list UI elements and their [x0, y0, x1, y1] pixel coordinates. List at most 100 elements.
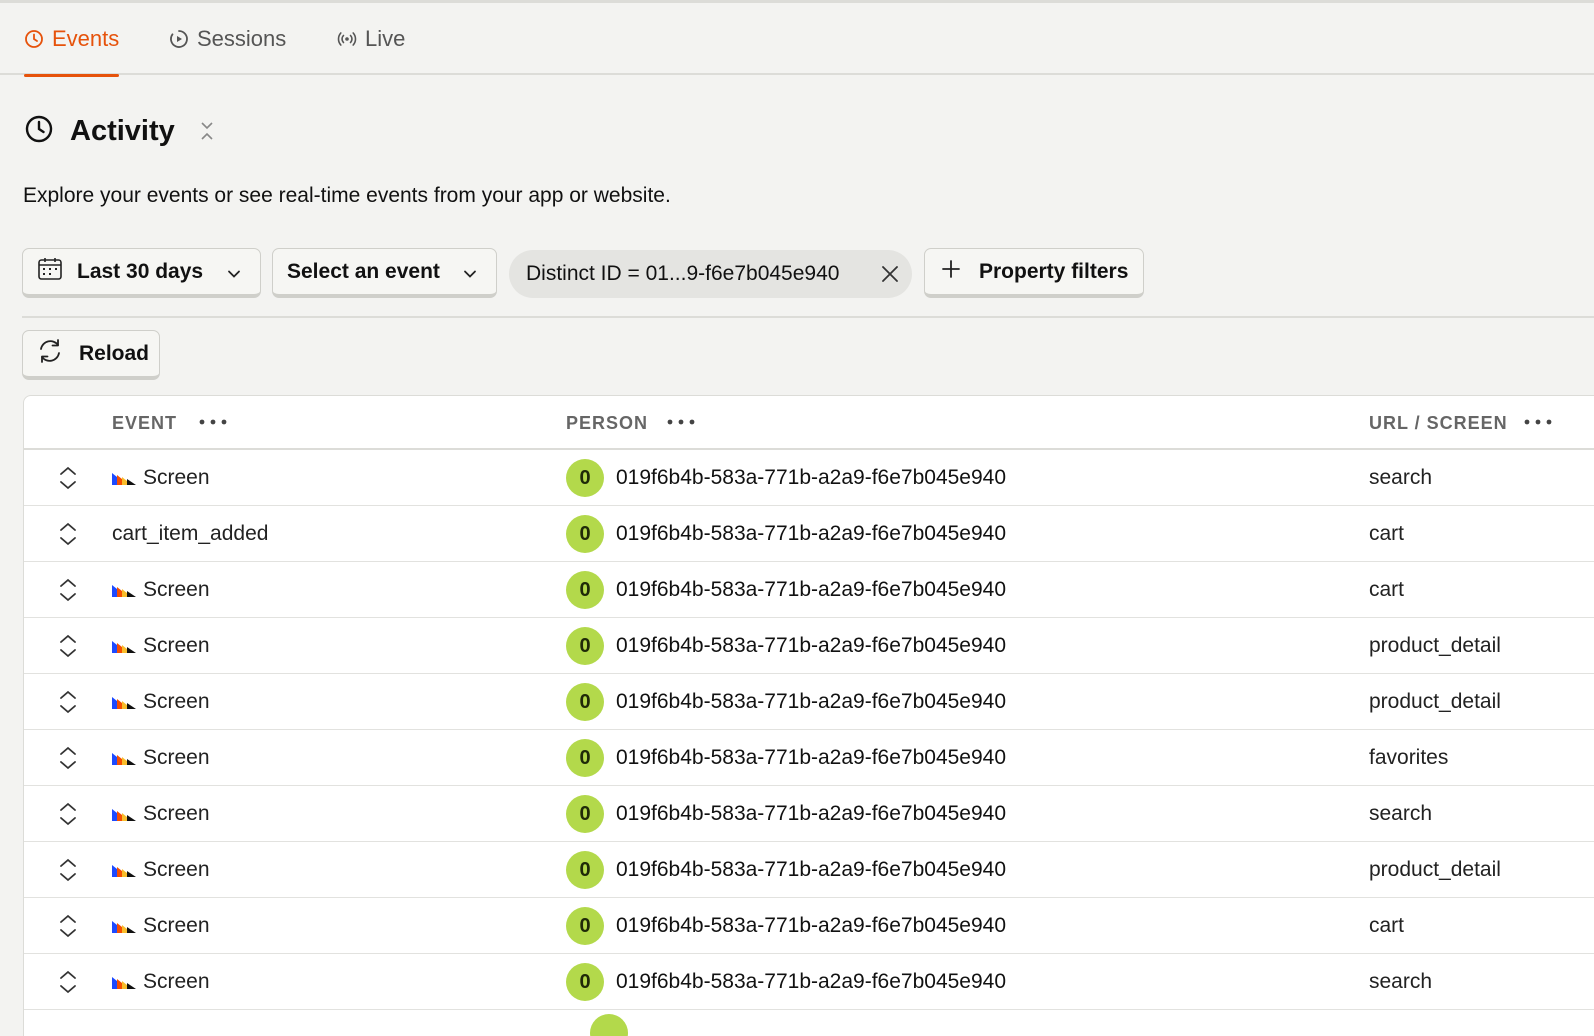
url-screen-cell: favorites [1369, 730, 1448, 786]
person-cell[interactable]: 0 019f6b4b-583a-771b-a2a9-f6e7b045e940 [566, 506, 1006, 562]
expand-row-icon[interactable] [56, 912, 80, 940]
event-cell[interactable]: Screen [112, 562, 210, 618]
person-cell[interactable]: 0 019f6b4b-583a-771b-a2a9-f6e7b045e940 [566, 674, 1006, 730]
event-select-button[interactable]: Select an event [272, 248, 497, 298]
avatar [590, 1014, 628, 1036]
expand-row-icon[interactable] [56, 856, 80, 884]
app-logo-icon [112, 583, 136, 597]
avatar: 0 [566, 515, 604, 553]
column-options-icon[interactable] [1523, 410, 1553, 434]
person-cell[interactable]: 0 019f6b4b-583a-771b-a2a9-f6e7b045e940 [566, 562, 1006, 618]
person-cell[interactable]: 0 019f6b4b-583a-771b-a2a9-f6e7b045e940 [566, 730, 1006, 786]
close-icon[interactable] [880, 264, 900, 284]
url-screen-value: product_detail [1369, 858, 1501, 881]
event-name: Screen [143, 858, 210, 881]
table-header: EVENT PERSON URL / SCREEN [24, 396, 1594, 450]
table-row[interactable]: cart_item_added 0 019f6b4b-583a-771b-a2a9-… [24, 506, 1594, 562]
event-cell[interactable]: Screen [112, 674, 210, 730]
date-range-button[interactable]: Last 30 days [22, 248, 261, 298]
url-screen-cell: product_detail [1369, 674, 1501, 730]
event-name: Screen [143, 970, 210, 993]
tab-bar: Events Sessions Live [0, 3, 1594, 77]
url-screen-value: search [1369, 466, 1433, 489]
event-cell[interactable]: Screen [112, 898, 210, 954]
url-screen-value: product_detail [1369, 634, 1501, 657]
table-row[interactable]: Screen 0 019f6b4b-583a-771b-a2a9-f6e7b045e… [24, 786, 1594, 842]
table-row[interactable]: Screen 0 019f6b4b-583a-771b-a2a9-f6e7b045e… [24, 954, 1594, 1010]
table-row[interactable]: Screen 0 019f6b4b-583a-771b-a2a9-f6e7b045e… [24, 674, 1594, 730]
person-id: 019f6b4b-583a-771b-a2a9-f6e7b045e940 [616, 858, 1007, 881]
avatar: 0 [566, 627, 604, 665]
distinct-id-filter-chip[interactable]: Distinct ID = 01...9-f6e7b045e940 [509, 250, 912, 298]
expand-row-icon[interactable] [56, 968, 80, 996]
expand-row-icon[interactable] [56, 632, 80, 660]
avatar: 0 [566, 571, 604, 609]
person-id: 019f6b4b-583a-771b-a2a9-f6e7b045e940 [616, 634, 1007, 657]
table-row[interactable]: Screen 0 019f6b4b-583a-771b-a2a9-f6e7b045e… [24, 898, 1594, 954]
tab-sessions[interactable]: Sessions [169, 3, 286, 75]
expand-row-icon[interactable] [56, 800, 80, 828]
table-row[interactable]: Screen 0 019f6b4b-583a-771b-a2a9-f6e7b045e… [24, 450, 1594, 506]
clock-icon [24, 114, 54, 149]
app-logo-icon [112, 863, 136, 877]
table-row[interactable]: Screen 0 019f6b4b-583a-771b-a2a9-f6e7b045e… [24, 562, 1594, 618]
refresh-icon [36, 337, 64, 371]
person-cell[interactable]: 0 019f6b4b-583a-771b-a2a9-f6e7b045e940 [566, 450, 1006, 506]
url-screen-value: cart [1369, 522, 1405, 545]
person-cell[interactable]: 0 019f6b4b-583a-771b-a2a9-f6e7b045e940 [566, 786, 1006, 842]
event-cell[interactable]: cart_item_added [112, 506, 268, 562]
person-id: 019f6b4b-583a-771b-a2a9-f6e7b045e940 [616, 578, 1007, 601]
column-options-icon[interactable] [198, 410, 228, 434]
table-row[interactable]: Screen 0 019f6b4b-583a-771b-a2a9-f6e7b045e… [24, 730, 1594, 786]
url-screen-cell: search [1369, 786, 1432, 842]
event-cell[interactable]: Screen [112, 842, 210, 898]
url-screen-cell: cart [1369, 506, 1404, 562]
table-row[interactable]: Screen 0 019f6b4b-583a-771b-a2a9-f6e7b045e… [24, 618, 1594, 674]
expand-row-icon[interactable] [56, 576, 80, 604]
avatar: 0 [566, 907, 604, 945]
person-cell[interactable]: 0 019f6b4b-583a-771b-a2a9-f6e7b045e940 [566, 618, 1006, 674]
filter-chip-label: Distinct ID = 01...9-f6e7b045e940 [526, 262, 840, 285]
person-id: 019f6b4b-583a-771b-a2a9-f6e7b045e940 [616, 466, 1007, 489]
expand-row-icon[interactable] [56, 688, 80, 716]
property-filters-button[interactable]: Property filters [924, 248, 1144, 298]
event-cell[interactable]: Screen [112, 954, 210, 1010]
date-range-label: Last 30 days [77, 259, 204, 283]
tab-label: Events [52, 26, 120, 51]
person-cell[interactable]: 0 019f6b4b-583a-771b-a2a9-f6e7b045e940 [566, 954, 1006, 1010]
expand-row-icon[interactable] [56, 464, 80, 492]
expand-row-icon[interactable] [56, 744, 80, 772]
url-screen-cell: search [1369, 450, 1432, 506]
url-screen-value: search [1369, 970, 1433, 993]
table-row[interactable]: Screen 0 019f6b4b-583a-771b-a2a9-f6e7b045e… [24, 842, 1594, 898]
calendar-icon [37, 256, 63, 288]
app-logo-icon [112, 919, 136, 933]
person-cell[interactable]: 0 019f6b4b-583a-771b-a2a9-f6e7b045e940 [566, 898, 1006, 954]
avatar: 0 [566, 851, 604, 889]
column-header-event[interactable]: EVENT [112, 396, 177, 450]
url-screen-value: cart [1369, 578, 1405, 601]
url-screen-cell: product_detail [1369, 842, 1501, 898]
app-logo-icon [112, 751, 136, 765]
column-header-url-screen[interactable]: URL / SCREEN [1369, 396, 1508, 450]
chevron-down-icon [462, 264, 478, 288]
expand-row-icon[interactable] [56, 520, 80, 548]
broadcast-icon [337, 29, 357, 49]
event-cell[interactable]: Screen [112, 786, 210, 842]
app-logo-icon [112, 695, 136, 709]
avatar: 0 [566, 795, 604, 833]
tab-events[interactable]: Events [24, 3, 120, 77]
event-name: Screen [143, 802, 210, 825]
event-select-label: Select an event [287, 259, 440, 283]
event-cell[interactable]: Screen [112, 618, 210, 674]
collapse-chevrons-icon[interactable] [199, 120, 215, 142]
column-header-person[interactable]: PERSON [566, 396, 648, 450]
person-cell[interactable]: 0 019f6b4b-583a-771b-a2a9-f6e7b045e940 [566, 842, 1006, 898]
tab-live[interactable]: Live [337, 3, 405, 75]
event-cell[interactable]: Screen [112, 730, 210, 786]
column-options-icon[interactable] [666, 410, 696, 434]
tab-active-indicator [24, 74, 120, 77]
person-id: 019f6b4b-583a-771b-a2a9-f6e7b045e940 [616, 690, 1007, 713]
reload-button[interactable]: Reload [22, 330, 160, 380]
event-cell[interactable]: Screen [112, 450, 210, 506]
